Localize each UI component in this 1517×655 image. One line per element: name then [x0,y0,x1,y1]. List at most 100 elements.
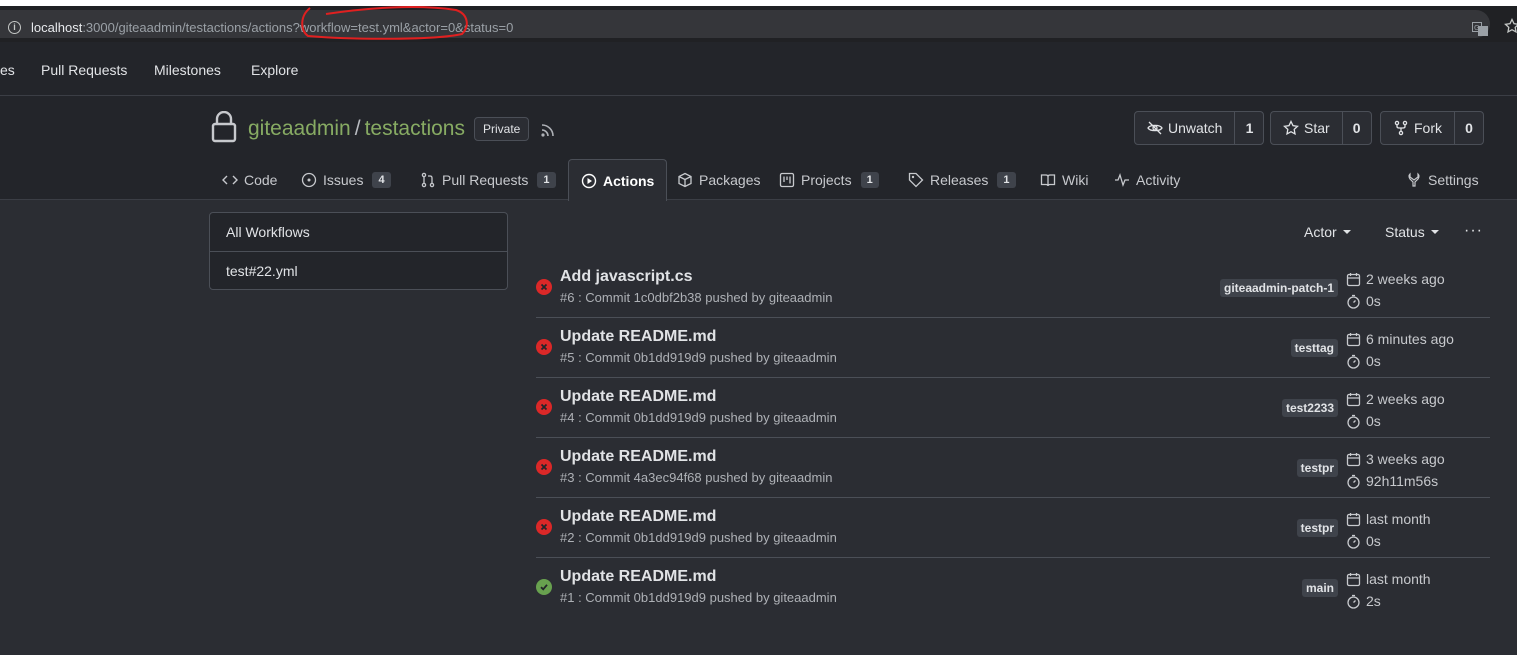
x-icon [540,523,548,531]
actor-filter-dropdown[interactable]: Actor [1304,224,1351,240]
run-row[interactable]: Update README.md #4 : Commit 0b1dd919d9 p… [536,378,1490,438]
tab-releases-label: Releases [930,171,989,188]
actor-filter-label: Actor [1304,224,1337,240]
star-button-group: Star 0 [1270,111,1372,145]
tab-wiki-label: Wiki [1062,171,1089,188]
run-row[interactable]: Update README.md #2 : Commit 0b1dd919d9 p… [536,498,1490,558]
run-title-link[interactable]: Update README.md [560,388,716,406]
tab-settings[interactable]: Settings [1406,159,1479,200]
tab-releases[interactable]: Releases 1 [908,159,1016,200]
pulse-icon [1115,172,1129,187]
tab-activity[interactable]: Activity [1114,159,1180,200]
tab-packages-label: Packages [699,171,761,188]
bookmark-star-icon[interactable] [1504,18,1517,34]
run-row[interactable]: Add javascript.cs #6 : Commit 1c0dbf2b38 … [536,258,1490,318]
tab-projects[interactable]: Projects 1 [779,159,879,200]
tab-actions[interactable]: Actions [568,159,668,201]
run-subtitle: #5 : Commit 0b1dd919d9 pushed by giteaad… [560,350,837,365]
branch-label[interactable]: giteaadmin-patch-1 [1219,279,1338,297]
run-title-link[interactable]: Update README.md [560,568,716,586]
book-icon [1040,173,1056,186]
caret-down-icon [1342,230,1351,234]
more-options-icon[interactable]: ··· [1464,222,1483,240]
translate-icon[interactable]: G [1472,22,1488,36]
fork-button[interactable]: Fork [1381,112,1455,144]
repo-name-link[interactable]: testactions [365,117,465,140]
run-duration-text: 92h11m56s [1366,473,1439,489]
calendar-icon [1346,512,1361,526]
run-time-text: last month [1366,571,1431,587]
run-title-link[interactable]: Update README.md [560,508,716,526]
check-icon [540,584,548,591]
run-subtitle: #3 : Commit 4a3ec94f68 pushed by giteaad… [560,470,833,485]
status-filter-dropdown[interactable]: Status [1385,224,1439,240]
fork-count[interactable]: 0 [1455,112,1483,144]
stopwatch-icon [1347,414,1360,429]
workflow-sidebar: All Workflows test#22.yml [209,212,508,290]
svg-text:G: G [1474,24,1479,32]
run-duration: 0s [1346,530,1431,552]
run-title-link[interactable]: Add javascript.cs [560,268,693,286]
project-icon [779,172,795,187]
run-duration-text: 0s [1366,413,1381,429]
run-subtitle: #4 : Commit 0b1dd919d9 pushed by giteaad… [560,410,837,425]
run-list: Add javascript.cs #6 : Commit 1c0dbf2b38 … [536,258,1490,618]
nav-pull-requests-link[interactable]: Pull Requests [41,62,127,78]
watch-button-group: Unwatch 1 [1134,111,1265,145]
run-time: 3 weeks ago [1346,448,1445,470]
unwatch-button[interactable]: Unwatch [1135,112,1236,144]
nav-issues-link[interactable]: es [0,62,15,78]
tab-settings-label: Settings [1428,171,1479,188]
main-navigation: es Pull Requests Milestones Explore [0,42,1517,96]
tab-packages[interactable]: Packages [677,159,760,200]
star-button[interactable]: Star [1271,112,1343,144]
star-count[interactable]: 0 [1343,112,1371,144]
branch-label[interactable]: testtag [1290,339,1338,357]
run-time-text: 6 minutes ago [1366,331,1454,347]
tab-wiki[interactable]: Wiki [1040,159,1088,200]
tab-actions-label: Actions [603,172,655,189]
run-title-link[interactable]: Update README.md [560,448,716,466]
nav-explore-link[interactable]: Explore [251,62,298,78]
calendar-icon [1346,392,1361,406]
branch-label[interactable]: test2233 [1281,399,1338,417]
run-title-link[interactable]: Update README.md [560,328,716,346]
run-duration: 0s [1346,290,1445,312]
run-row[interactable]: Update README.md #5 : Commit 0b1dd919d9 p… [536,318,1490,378]
run-meta: 3 weeks ago 92h11m56s [1346,448,1445,492]
branch-label[interactable]: main [1301,579,1338,597]
status-filter-label: Status [1385,224,1425,240]
x-icon [540,343,548,351]
run-time: last month [1346,508,1431,530]
repo-title: giteaadmin / testactions [248,117,465,141]
run-time: last month [1346,568,1431,590]
nav-milestones-link[interactable]: Milestones [154,62,221,78]
branch-label[interactable]: testpr [1296,459,1338,477]
repo-separator: / [354,117,361,140]
run-row[interactable]: Update README.md #1 : Commit 0b1dd919d9 p… [536,558,1490,618]
x-icon [540,403,548,411]
tab-code[interactable]: Code [222,159,277,200]
url-field[interactable]: i localhost:3000/giteaadmin/testactions/… [0,10,1490,38]
issue-icon [301,172,317,187]
run-duration-text: 2s [1366,593,1381,609]
tool-icon [1408,172,1420,187]
workflow-item-all[interactable]: All Workflows [210,213,507,251]
rss-feed-icon[interactable] [540,122,556,138]
run-row[interactable]: Update README.md #3 : Commit 4a3ec94f68 p… [536,438,1490,498]
tab-issues-count: 4 [372,171,391,188]
tab-issues[interactable]: Issues 4 [301,159,391,200]
package-icon [678,172,692,187]
stopwatch-icon [1347,594,1360,609]
fork-icon [1394,120,1408,136]
tab-releases-count: 1 [997,171,1016,188]
private-badge: Private [474,117,530,141]
watch-count[interactable]: 1 [1235,112,1263,144]
branch-label[interactable]: testpr [1296,519,1338,537]
repo-owner-link[interactable]: giteaadmin [248,117,351,140]
success-status-icon [536,579,552,595]
workflow-item-test22[interactable]: test#22.yml [210,251,507,289]
tab-pull-requests[interactable]: Pull Requests 1 [420,159,556,200]
run-time-text: 3 weeks ago [1366,451,1445,467]
site-info-icon[interactable]: i [8,21,21,34]
